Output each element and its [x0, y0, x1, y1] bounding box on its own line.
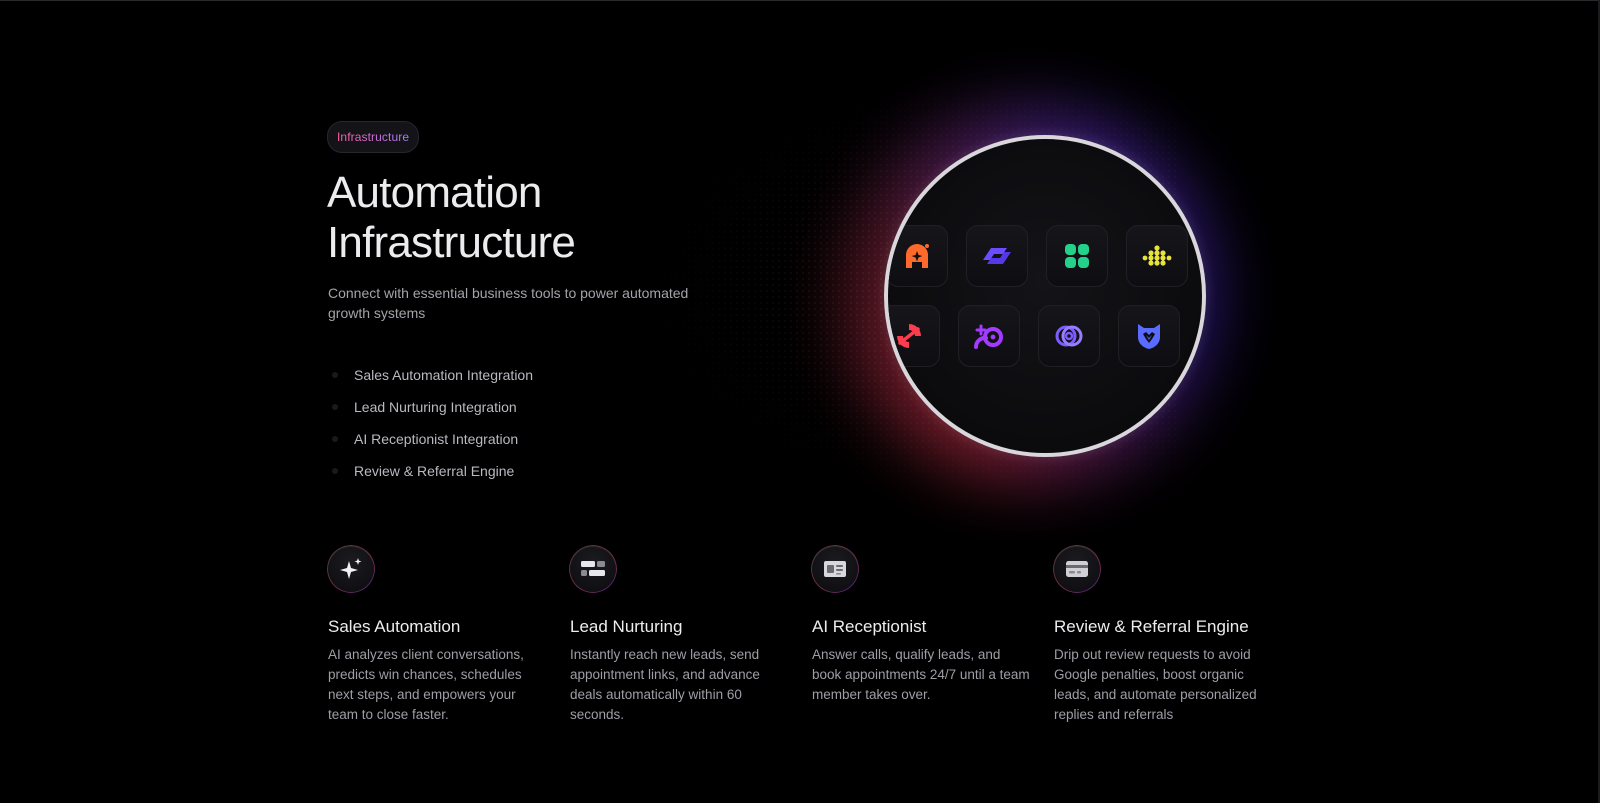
bullet-icon [332, 436, 338, 442]
card-title: Review & Referral Engine [1054, 617, 1249, 636]
feature-card-ai-receptionist: AI Receptionist Answer calls, qualify le… [812, 546, 1032, 702]
card-icon [1066, 561, 1088, 577]
feature-list-item: Review & Referral Engine [328, 455, 533, 487]
bullet-icon [332, 468, 338, 474]
orange-a-logo-icon [906, 244, 929, 268]
card-icon-badge [328, 546, 374, 592]
card-description: AI analyzes client conversations, predic… [328, 647, 524, 722]
card-description: Instantly reach new leads, send appointm… [570, 647, 760, 722]
integration-tile-violet [1038, 305, 1100, 367]
top-divider [0, 0, 1600, 1]
integration-tile-red [888, 305, 940, 367]
card-icon-badge [812, 546, 858, 592]
feature-list-item: Lead Nurturing Integration [328, 391, 533, 423]
purple-arrows-logo-icon [983, 248, 1011, 264]
feature-list-item: Sales Automation Integration [328, 359, 533, 391]
bullet-icon [332, 404, 338, 410]
purple-plus-logo-icon [973, 324, 1003, 349]
green-clover-logo-icon [1065, 244, 1089, 268]
feature-label: Review & Referral Engine [354, 463, 515, 479]
red-sync-logo-icon [897, 324, 921, 348]
integration-tile-orange [888, 225, 948, 287]
feature-label: Sales Automation Integration [354, 367, 534, 383]
page: Infrastructure Automation Infrastructure… [0, 0, 1600, 803]
section-badge: Infrastructure [327, 121, 420, 153]
card-icon-badge [570, 546, 616, 592]
card-title: Sales Automation [328, 617, 461, 636]
violet-loop-logo-icon [1055, 325, 1083, 347]
card-title: AI Receptionist [812, 617, 927, 636]
integration-tile-yellow [1126, 225, 1188, 287]
feature-list-item: AI Receptionist Integration [328, 423, 533, 455]
integration-tile-purple-plus [958, 305, 1020, 367]
integration-tile-green [1046, 225, 1108, 287]
integration-tile-blue [1118, 305, 1180, 367]
integrations-circle [884, 135, 1206, 457]
integration-tile-purple-arrows [966, 225, 1028, 287]
feature-card-sales-automation: Sales Automation AI analyzes client conv… [328, 546, 548, 722]
sparkle-icon [340, 558, 362, 579]
yellow-dots-logo-icon [1142, 245, 1172, 266]
card-description: Answer calls, qualify leads, and book ap… [812, 647, 1030, 702]
card-description: Drip out review requests to avoid Google… [1054, 647, 1257, 722]
bullet-icon [332, 372, 338, 378]
feature-card-lead-nurturing: Lead Nurturing Instantly reach new leads… [570, 546, 790, 722]
card-icon-badge [1054, 546, 1100, 592]
feature-list: Sales Automation Integration Lead Nurtur… [328, 359, 533, 487]
blue-shield-logo-icon [1138, 324, 1160, 349]
feature-label: Lead Nurturing Integration [354, 399, 517, 415]
id-card-icon [824, 561, 846, 577]
section-badge-label: Infrastructure [337, 130, 410, 144]
sliders-icon [581, 561, 605, 576]
card-title: Lead Nurturing [570, 617, 683, 636]
feature-card-review-referral: Review & Referral Engine Drip out review… [1054, 546, 1274, 722]
feature-label: AI Receptionist Integration [354, 431, 519, 447]
